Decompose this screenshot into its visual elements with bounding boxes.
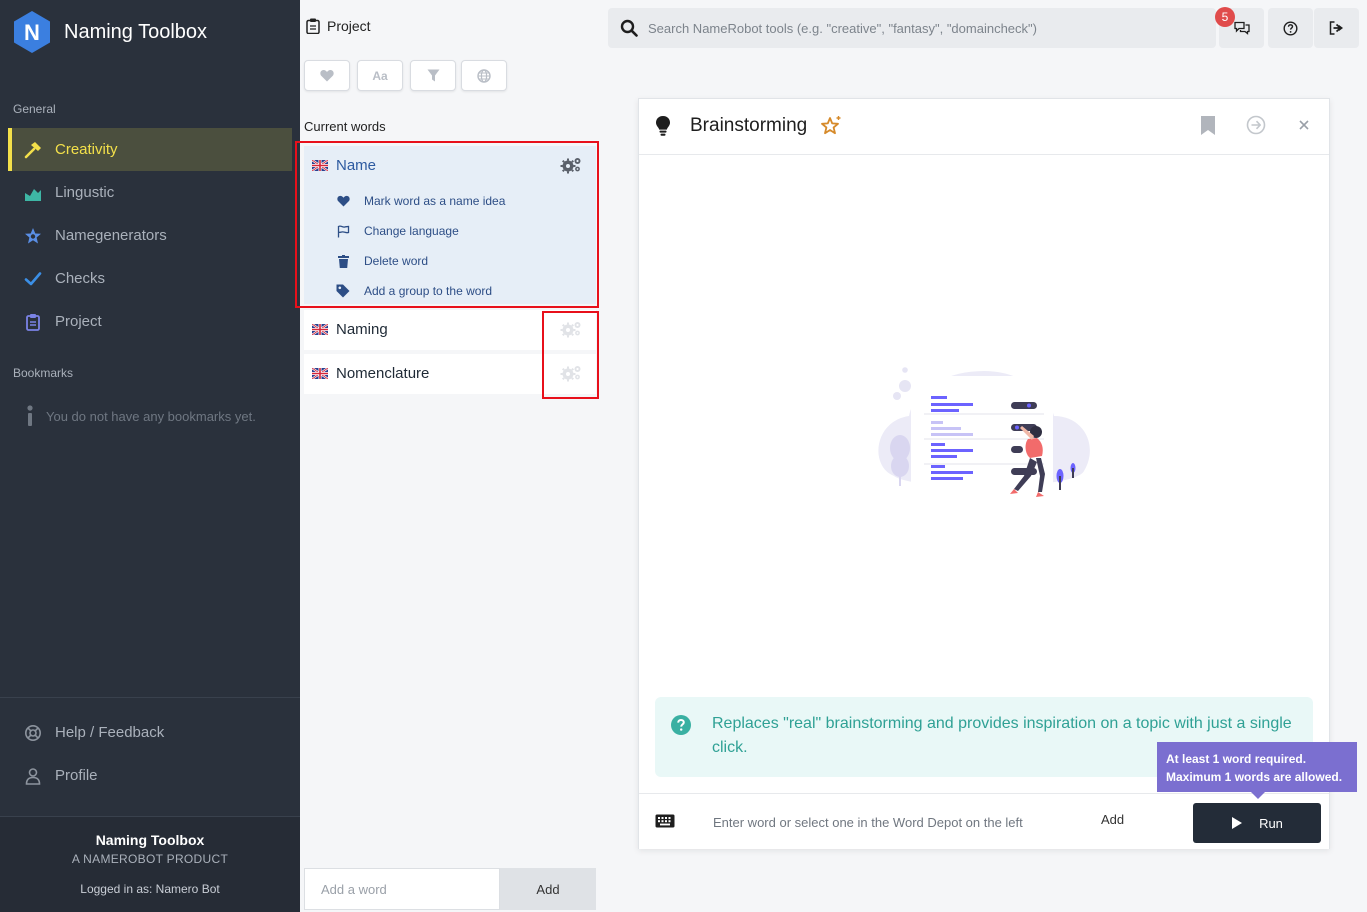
tooltip-arrow [1251,792,1265,799]
globe-icon [477,68,491,83]
brand[interactable]: N Naming Toolbox [12,10,207,54]
uk-flag-icon [312,368,328,379]
uk-flag-icon [312,324,328,335]
sidebar-item-label: Help / Feedback [55,724,165,741]
close-icon[interactable] [1299,120,1309,130]
sidebar-item-label: Namegenerators [55,227,167,244]
sidebar-item-label: Project [55,313,102,330]
svg-text:N: N [24,20,40,45]
play-icon [1232,817,1243,829]
tool-input-bar: Add Run [639,793,1329,849]
lightbulb-icon [656,116,670,136]
arrow-right-circle-icon[interactable] [1246,115,1266,135]
section-label-general: General [13,102,56,116]
highlight-box-gear-icons [542,311,599,399]
highlight-box-expanded-word [295,141,599,308]
tool-title: Brainstorming [690,115,808,136]
section-label-bookmarks: Bookmarks [13,366,74,380]
star-bulb-icon [25,228,41,244]
bookmarks-empty-message: You do not have any bookmarks yet. [26,405,256,427]
current-words-label: Current words [304,119,386,134]
word-text: Nomenclature [336,365,430,382]
sidebar: N Naming Toolbox General Creativity Ling… [0,0,300,912]
star-sparkle-icon[interactable] [820,115,842,137]
logout-button[interactable] [1314,8,1359,48]
help-button[interactable] [1268,8,1313,48]
sidebar-item-checks[interactable]: Checks [8,257,292,300]
tool-card-header: Brainstorming [639,99,1329,155]
user-icon [25,768,41,785]
sidebar-item-creativity[interactable]: Creativity [8,128,292,171]
sidebar-item-namegenerators[interactable]: Namegenerators [8,214,292,257]
sidebar-divider [0,697,300,698]
footer-title: Naming Toolbox [95,832,205,848]
naming-toolbox-logo-icon: N [14,11,50,53]
clipboard-icon [26,314,40,331]
notification-badge: 5 [1215,7,1235,27]
tool-word-input[interactable] [699,802,1059,842]
app-title: Naming Toolbox [64,20,208,43]
language-button[interactable] [461,60,507,91]
sidebar-item-label: Creativity [55,141,118,158]
run-requirements-tooltip: At least 1 word required. Maximum 1 word… [1157,742,1357,792]
question-circle-icon [671,715,691,735]
add-word-button[interactable]: Add [500,868,596,910]
sidebar-item-project[interactable]: Project [8,300,292,343]
favorites-filter-button[interactable] [304,60,350,91]
chart-area-icon [25,189,41,201]
logged-in-status: Logged in as: Namero Bot [80,882,220,896]
info-icon [27,405,33,426]
sidebar-footer: Naming Toolbox A NAMEROBOT PRODUCT Logge… [0,816,300,912]
sidebar-item-help-feedback[interactable]: Help / Feedback [8,711,292,754]
tool-search-bar[interactable] [608,8,1216,48]
panel-header: Project [306,18,371,34]
panel-title: Project [327,18,371,34]
add-word-input[interactable] [304,868,500,910]
filter-icon [427,69,439,82]
filter-button[interactable] [410,60,456,91]
question-circle-icon [1283,20,1298,36]
word-depot-panel [300,0,600,912]
run-button[interactable]: Run [1193,803,1321,843]
sidebar-item-lingustic[interactable]: Lingustic [8,171,292,214]
hammer-icon [24,142,41,159]
lifebuoy-icon [25,725,41,741]
sidebar-item-label: Lingustic [55,184,115,201]
heart-icon [320,69,334,82]
word-text: Naming [336,321,388,338]
search-icon [620,19,638,37]
tool-card-brainstorming: Brainstorming Replaces "real" brainstorm… [638,98,1330,849]
sidebar-item-profile[interactable]: Profile [8,754,292,797]
tool-add-button[interactable]: Add [1101,812,1124,827]
logout-icon [1329,21,1343,35]
bookmark-icon[interactable] [1200,115,1216,136]
chat-icon [1233,21,1250,35]
check-icon [24,272,42,286]
keyboard-icon [655,814,675,828]
clipboard-icon [306,18,320,34]
sidebar-item-label: Profile [55,767,98,784]
search-input[interactable] [648,8,1208,48]
font-icon: Aa [372,68,388,83]
sidebar-item-label: Checks [55,270,106,287]
font-button[interactable]: Aa [357,60,403,91]
footer-subtitle: A NAMEROBOT PRODUCT [71,852,229,866]
brainstorming-illustration [878,367,1090,497]
